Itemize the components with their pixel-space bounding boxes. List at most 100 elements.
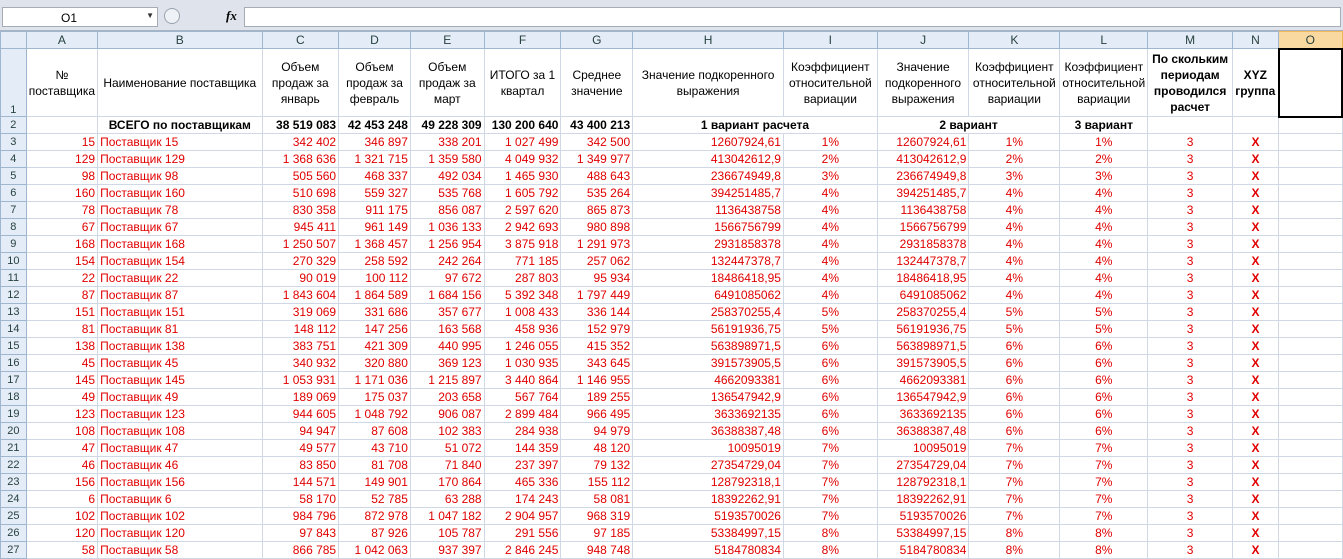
cell-c2[interactable]: 2% (968, 150, 1061, 168)
cell-total-label[interactable]: ВСЕГО по поставщикам (97, 116, 263, 134)
cell-c3[interactable]: 7% (1059, 456, 1149, 474)
cell-name[interactable]: Поставщик 129 (97, 150, 263, 168)
cell-x[interactable]: X (1232, 286, 1279, 304)
cell-c2[interactable]: 6% (968, 371, 1061, 389)
cell-m[interactable]: 3 (1147, 422, 1234, 440)
cell-q1[interactable]: 4 049 932 (483, 150, 562, 168)
cell-jan[interactable]: 83 850 (261, 456, 340, 474)
cell-c2[interactable]: 7% (968, 456, 1061, 474)
cell-name[interactable]: Поставщик 45 (97, 354, 263, 372)
cell-avg[interactable]: 79 132 (560, 456, 634, 474)
cell-x[interactable]: X (1232, 422, 1279, 440)
cell-id[interactable]: 47 (25, 439, 99, 457)
cell-v2[interactable]: 10095019 (876, 439, 970, 457)
cell-c1[interactable]: 1% (782, 133, 878, 151)
cell-v2[interactable]: 1136438758 (876, 201, 970, 219)
cell-q1[interactable]: 174 243 (483, 490, 562, 508)
cell-m[interactable]: 3 (1147, 252, 1234, 270)
cell-v2[interactable]: 6491085062 (876, 286, 970, 304)
cell-v1[interactable]: 12607924,61 (632, 133, 784, 151)
cell-mar[interactable]: 203 658 (409, 388, 485, 406)
cell-v1[interactable]: 5193570026 (632, 507, 784, 525)
cell[interactable] (1278, 286, 1343, 304)
cell-m[interactable]: 3 (1147, 439, 1234, 457)
row-header[interactable]: 13 (0, 303, 27, 321)
cell-c1[interactable]: 7% (782, 456, 878, 474)
cell-c1[interactable]: 6% (782, 405, 878, 423)
cell-v1[interactable]: 563898971,5 (632, 337, 784, 355)
cell-c2[interactable]: 4% (968, 201, 1061, 219)
cell-c1[interactable]: 4% (782, 269, 878, 287)
cell-v2[interactable]: 1566756799 (876, 218, 970, 236)
cell-id[interactable]: 154 (25, 252, 99, 270)
cell-mar[interactable]: 97 672 (409, 269, 485, 287)
cell-id[interactable]: 138 (25, 337, 99, 355)
cell-feb[interactable]: 872 978 (338, 507, 411, 525)
cell-jan[interactable]: 383 751 (261, 337, 340, 355)
cell-v1[interactable]: 2931858378 (632, 235, 784, 253)
cell-q1[interactable]: 287 803 (483, 269, 562, 287)
cell[interactable] (1278, 218, 1343, 236)
cell[interactable] (1278, 235, 1343, 253)
cell-c1[interactable]: 7% (782, 473, 878, 491)
cell-name[interactable]: Поставщик 123 (97, 405, 263, 423)
cell-name[interactable]: Поставщик 15 (97, 133, 263, 151)
cell-m[interactable]: 3 (1147, 133, 1234, 151)
cell-q1[interactable]: 3 440 864 (483, 371, 562, 389)
cell-q1[interactable]: 2 942 693 (483, 218, 562, 236)
cell-x[interactable]: X (1232, 490, 1279, 508)
cell-feb[interactable]: 1 171 036 (338, 371, 411, 389)
cell[interactable] (1278, 439, 1343, 457)
cell-mar[interactable]: 105 787 (409, 524, 485, 542)
row-header[interactable]: 2 (0, 116, 27, 134)
cell-c3[interactable]: 3% (1059, 167, 1149, 185)
row-header[interactable]: 10 (0, 252, 27, 270)
column-header-m[interactable]: M (1147, 31, 1234, 49)
cell-x[interactable]: X (1232, 473, 1279, 491)
cell-avg[interactable]: 968 319 (560, 507, 634, 525)
cell-c1[interactable]: 6% (782, 422, 878, 440)
cell-id[interactable]: 49 (25, 388, 99, 406)
cell-jan[interactable]: 58 170 (261, 490, 340, 508)
cell-c1[interactable]: 6% (782, 337, 878, 355)
cell-c2[interactable]: 8% (968, 524, 1061, 542)
cell-m[interactable]: 3 (1147, 269, 1234, 287)
cell-m[interactable]: 3 (1147, 507, 1234, 525)
cell-v1[interactable]: 56191936,75 (632, 320, 784, 338)
cell-feb[interactable]: 421 309 (338, 337, 411, 355)
cell-m[interactable]: 3 (1147, 473, 1234, 491)
cell-avg[interactable]: 343 645 (560, 354, 634, 372)
cell-v1[interactable]: 27354729,04 (632, 456, 784, 474)
cell-mar[interactable]: 71 840 (409, 456, 485, 474)
cell-v2[interactable]: 18392262,91 (876, 490, 970, 508)
cell[interactable] (1278, 303, 1343, 321)
cell-avg[interactable]: 97 185 (560, 524, 634, 542)
cell-x[interactable]: X (1232, 269, 1279, 287)
cell-id[interactable]: 168 (25, 235, 99, 253)
cell-jan[interactable]: 510 698 (261, 184, 340, 202)
cell-x[interactable]: X (1232, 337, 1279, 355)
cell[interactable] (1232, 116, 1279, 134)
cell-v2[interactable]: 12607924,61 (876, 133, 970, 151)
cell[interactable] (1278, 524, 1343, 542)
cell-c1[interactable]: 8% (782, 524, 878, 542)
header-cell-c[interactable]: Объем продаж за январь (261, 48, 340, 117)
row-header[interactable]: 23 (0, 473, 27, 491)
cell-v1[interactable]: 136547942,9 (632, 388, 784, 406)
cell-avg[interactable]: 58 081 (560, 490, 634, 508)
cell-name[interactable]: Поставщик 168 (97, 235, 263, 253)
cell-q1[interactable]: 1 027 499 (483, 133, 562, 151)
cell-v1[interactable]: 132447378,7 (632, 252, 784, 270)
cell-c1[interactable]: 4% (782, 184, 878, 202)
cell-feb[interactable]: 1 864 589 (338, 286, 411, 304)
cell-mar[interactable]: 1 256 954 (409, 235, 485, 253)
cell-x[interactable]: X (1232, 235, 1279, 253)
cell-x[interactable]: X (1232, 439, 1279, 457)
cell-m[interactable]: 3 (1147, 337, 1234, 355)
cell-name[interactable]: Поставщик 156 (97, 473, 263, 491)
cell-feb[interactable]: 87 608 (338, 422, 411, 440)
cell-c3[interactable]: 5% (1059, 320, 1149, 338)
cell-jan[interactable]: 189 069 (261, 388, 340, 406)
cell-v1[interactable]: 36388387,48 (632, 422, 784, 440)
cell-v1[interactable]: 236674949,8 (632, 167, 784, 185)
